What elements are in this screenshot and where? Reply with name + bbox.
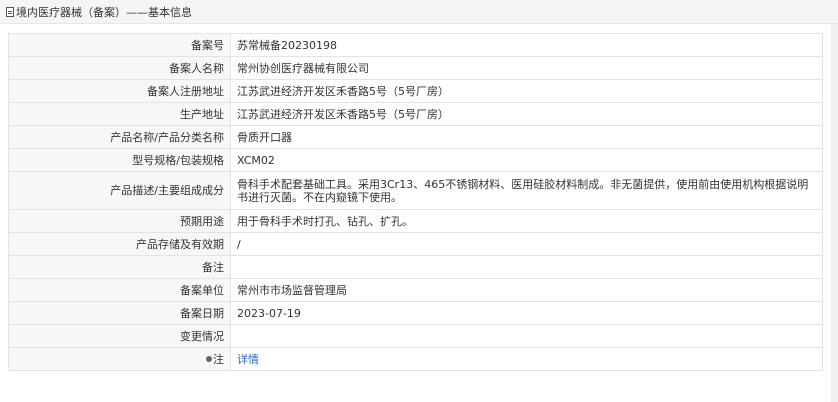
row-label-remarks: 备注 [8, 255, 231, 279]
row-label-storage-validity: 产品存储及有效期 [8, 232, 231, 256]
row-value-change-status [230, 324, 823, 348]
row-value-intended-use: 用于骨科手术时打孔、钻孔、扩孔。 [230, 209, 823, 233]
row-label-record-authority: 备案单位 [8, 278, 231, 302]
table-row: 备案单位 常州市市场监督管理局 [8, 278, 823, 302]
row-value-production-address: 江苏武进经济开发区禾香路5号（5号厂房） [230, 102, 823, 126]
table-row: 变更情况 [8, 324, 823, 348]
table-row: 产品名称/产品分类名称 骨质开口器 [8, 125, 823, 149]
table-row: 备案人注册地址 江苏武进经济开发区禾香路5号（5号厂房） [8, 79, 823, 103]
row-value-record-number: 苏常械备20230198 [230, 33, 823, 57]
info-table: 备案号 苏常械备20230198 备案人名称 常州协创医疗器械有限公司 备案人注… [8, 33, 823, 371]
table-row: 型号规格/包装规格 XCM02 [8, 148, 823, 172]
row-value-model-spec: XCM02 [230, 148, 823, 172]
row-value-registrant-name: 常州协创医疗器械有限公司 [230, 56, 823, 80]
row-label-product-description: 产品描述/主要组成成分 [8, 171, 231, 210]
table-row: 预期用途 用于骨科手术时打孔、钻孔、扩孔。 [8, 209, 823, 233]
row-label-record-number: 备案号 [8, 33, 231, 57]
document-icon [6, 6, 14, 17]
table-row: 备案人名称 常州协创医疗器械有限公司 [8, 56, 823, 80]
row-label-intended-use: 预期用途 [8, 209, 231, 233]
page-header: 境内医疗器械（备案）——基本信息 [0, 0, 838, 24]
row-label-product-name: 产品名称/产品分类名称 [8, 125, 231, 149]
table-row: 产品存储及有效期 / [8, 232, 823, 256]
row-value-note: 详情 [230, 347, 823, 371]
table-row: 生产地址 江苏武进经济开发区禾香路5号（5号厂房） [8, 102, 823, 126]
table-row: 产品描述/主要组成成分 骨科手术配套基础工具。采用3Cr13、465不锈钢材料、… [8, 171, 823, 210]
row-label-model-spec: 型号规格/包装规格 [8, 148, 231, 172]
row-label-production-address: 生产地址 [8, 102, 231, 126]
table-row: 备案号 苏常械备20230198 [8, 33, 823, 57]
page-title: 境内医疗器械（备案）——基本信息 [16, 5, 192, 19]
table-row: 备注 [8, 255, 823, 279]
row-value-storage-validity: / [230, 232, 823, 256]
pin-icon [206, 355, 212, 362]
details-link[interactable]: 详情 [237, 353, 259, 366]
row-label-registrant-name: 备案人名称 [8, 56, 231, 80]
row-value-remarks [230, 255, 823, 279]
row-label-registered-address: 备案人注册地址 [8, 79, 231, 103]
row-value-product-description: 骨科手术配套基础工具。采用3Cr13、465不锈钢材料、医用硅胶材料制成。非无菌… [230, 171, 823, 210]
row-value-record-date: 2023-07-19 [230, 301, 823, 325]
table-row: 备案日期 2023-07-19 [8, 301, 823, 325]
scrollbar-track[interactable] [831, 24, 838, 402]
note-label: 注 [213, 352, 224, 366]
table-row: 注 详情 [8, 347, 823, 371]
row-label-record-date: 备案日期 [8, 301, 231, 325]
info-panel: 备案号 苏常械备20230198 备案人名称 常州协创医疗器械有限公司 备案人注… [8, 33, 823, 371]
row-value-registered-address: 江苏武进经济开发区禾香路5号（5号厂房） [230, 79, 823, 103]
row-label-note: 注 [8, 347, 231, 371]
row-label-change-status: 变更情况 [8, 324, 231, 348]
row-value-product-name: 骨质开口器 [230, 125, 823, 149]
row-value-record-authority: 常州市市场监督管理局 [230, 278, 823, 302]
